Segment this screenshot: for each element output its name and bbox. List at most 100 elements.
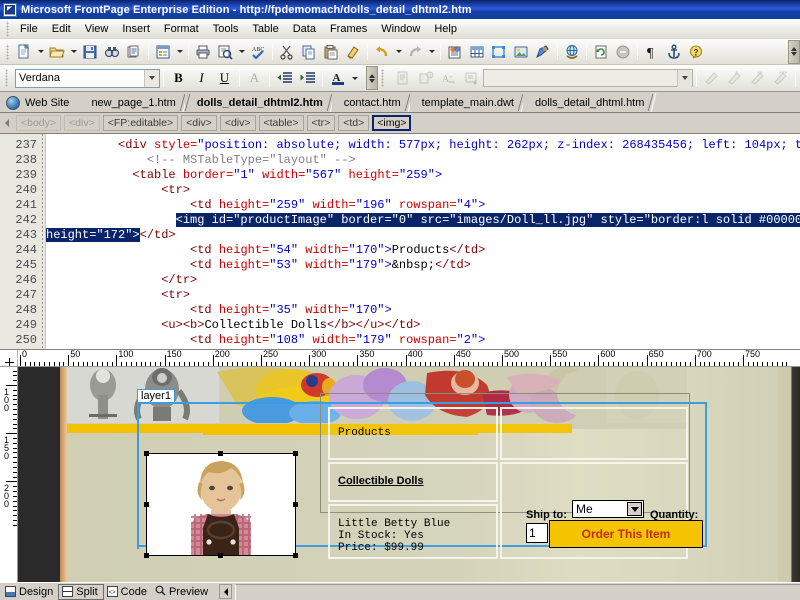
bold-button[interactable]: B <box>167 67 190 89</box>
optimize-html-1-icon[interactable] <box>700 67 723 89</box>
publish-site-icon[interactable] <box>123 41 145 63</box>
menu-window[interactable]: Window <box>374 21 427 37</box>
redo-dropdown-arrow[interactable] <box>426 41 437 63</box>
paste-icon[interactable] <box>320 41 342 63</box>
decrease-indent-button[interactable] <box>273 67 296 89</box>
task-pane-dropdown-arrow[interactable] <box>174 41 185 63</box>
tag-tr[interactable]: <tr> <box>307 115 336 131</box>
underline-button[interactable]: U <box>213 67 236 89</box>
font-grow-button[interactable]: A <box>243 67 266 89</box>
menu-tools[interactable]: Tools <box>206 21 246 37</box>
view-code-button[interactable]: <> Code <box>104 584 152 600</box>
view-split-button[interactable]: Split <box>58 584 103 600</box>
font-name-dropdown-arrow[interactable] <box>144 70 159 87</box>
print-icon[interactable] <box>192 41 214 63</box>
code-snippet-icon[interactable] <box>414 67 437 89</box>
resize-handle-ne[interactable] <box>293 451 298 456</box>
drawing-icon[interactable] <box>532 41 554 63</box>
tab-web-site[interactable]: Web Site <box>2 93 79 112</box>
tag-body[interactable]: <body> <box>16 115 61 131</box>
menu-data[interactable]: Data <box>286 21 323 37</box>
optimize-html-4-icon[interactable]: *** <box>769 67 792 89</box>
insert-layer-icon[interactable] <box>488 41 510 63</box>
code-complete-icon[interactable]: A+ <box>437 67 460 89</box>
code-style-dropdown-arrow[interactable] <box>677 70 692 87</box>
code-style-combo[interactable] <box>483 69 693 87</box>
tab-dolls-detail-dhtml2[interactable]: dolls_detail_dhtml2.htm <box>185 93 332 112</box>
quantity-input[interactable]: 1 <box>526 523 548 543</box>
optimize-html-3-icon[interactable]: ** <box>746 67 769 89</box>
tag-scroll-left-button[interactable] <box>1 116 13 131</box>
design-canvas[interactable]: layer1 Products Collectible Dolls Little… <box>18 367 800 582</box>
italic-button[interactable]: I <box>190 67 213 89</box>
code-line[interactable]: </tr> <box>46 273 800 288</box>
hyperlink-icon[interactable] <box>561 41 583 63</box>
tab-dolls-detail-dhtml[interactable]: dolls_detail_dhtml.htm <box>523 93 653 112</box>
resize-handle-n[interactable] <box>218 451 223 456</box>
view-preview-button[interactable]: Preview <box>152 584 213 600</box>
help-icon[interactable]: ? <box>685 41 707 63</box>
code-line[interactable]: <td height="259" width="196" rowspan="4"… <box>46 198 800 213</box>
find-binoculars-icon[interactable] <box>101 41 123 63</box>
undo-icon[interactable] <box>371 41 393 63</box>
resize-handle-e[interactable] <box>293 502 298 507</box>
code-line[interactable]: <table border="1" width="567" height="25… <box>46 168 800 183</box>
web-component-icon[interactable] <box>444 41 466 63</box>
status-scroll-left-button[interactable] <box>219 584 232 599</box>
order-this-item-button[interactable]: Order This Item <box>549 520 703 548</box>
tag-td[interactable]: <td> <box>338 115 369 131</box>
menu-format[interactable]: Format <box>157 21 206 37</box>
redo-icon[interactable] <box>404 41 426 63</box>
font-color-button[interactable]: A <box>326 67 349 89</box>
resize-handle-w[interactable] <box>144 502 149 507</box>
view-design-button[interactable]: Design <box>2 584 58 600</box>
menu-insert[interactable]: Insert <box>115 21 157 37</box>
code-editor-pane[interactable]: 2372382392402412422432442452462472482492… <box>0 134 800 350</box>
refresh-icon[interactable] <box>590 41 612 63</box>
menu-frames[interactable]: Frames <box>323 21 374 37</box>
resize-handle-nw[interactable] <box>144 451 149 456</box>
tag-table[interactable]: <table> <box>259 115 304 131</box>
chevron-down-icon[interactable] <box>627 502 642 516</box>
menu-grip[interactable] <box>4 21 11 37</box>
code-view-copy-icon[interactable] <box>391 67 414 89</box>
copy-icon[interactable] <box>298 41 320 63</box>
resize-handle-s[interactable] <box>218 553 223 558</box>
insert-table-icon[interactable] <box>466 41 488 63</box>
open-folder-dropdown-arrow[interactable] <box>68 41 79 63</box>
tab-new-page-1[interactable]: new_page_1.htm <box>79 93 184 112</box>
stop-icon[interactable] <box>612 41 634 63</box>
cut-scissors-icon[interactable] <box>276 41 298 63</box>
tag-div-2[interactable]: <div> <box>181 115 217 131</box>
font-name-combo[interactable]: Verdana <box>15 69 160 88</box>
undo-dropdown-arrow[interactable] <box>393 41 404 63</box>
code-line[interactable]: <u><b>Collectible Dolls</b></u></td> <box>46 318 800 333</box>
code-line[interactable]: height="172"></td> <box>46 228 800 243</box>
show-formatting-marks-icon[interactable]: ¶ <box>641 41 663 63</box>
menu-table[interactable]: Table <box>245 21 285 37</box>
cell-top-right[interactable] <box>500 407 688 460</box>
code-insert-icon[interactable] <box>460 67 483 89</box>
standard-toolbar-grip[interactable] <box>4 44 11 60</box>
code-toolbar-grip[interactable] <box>381 69 388 87</box>
formatting-overflow-button[interactable] <box>366 66 378 90</box>
save-icon[interactable] <box>79 41 101 63</box>
tag-div-1[interactable]: <div> <box>64 115 100 131</box>
task-pane-icon[interactable] <box>152 41 174 63</box>
menu-edit[interactable]: Edit <box>45 21 78 37</box>
font-color-dropdown-arrow[interactable] <box>349 67 360 89</box>
code-line[interactable]: <b>Ship to:</b> <select size="1" name="D… <box>46 348 800 349</box>
tag-div-3[interactable]: <div> <box>220 115 256 131</box>
toolbar-overflow-button[interactable] <box>788 40 800 64</box>
layer1-label[interactable]: layer1 <box>137 389 175 403</box>
spelling-check-icon[interactable]: ABC <box>247 41 269 63</box>
menu-file[interactable]: File <box>13 21 45 37</box>
code-line[interactable]: <td height="54" width="170">Products</td… <box>46 243 800 258</box>
menu-help[interactable]: Help <box>427 21 464 37</box>
code-text-area[interactable]: <div style="position: absolute; width: 5… <box>46 134 800 349</box>
code-line[interactable]: <tr> <box>46 183 800 198</box>
resize-handle-se[interactable] <box>293 553 298 558</box>
ship-to-select[interactable]: Me <box>572 500 644 518</box>
formatting-toolbar-grip[interactable] <box>5 69 12 87</box>
tag-fp-editable[interactable]: <FP:editable> <box>103 115 178 131</box>
